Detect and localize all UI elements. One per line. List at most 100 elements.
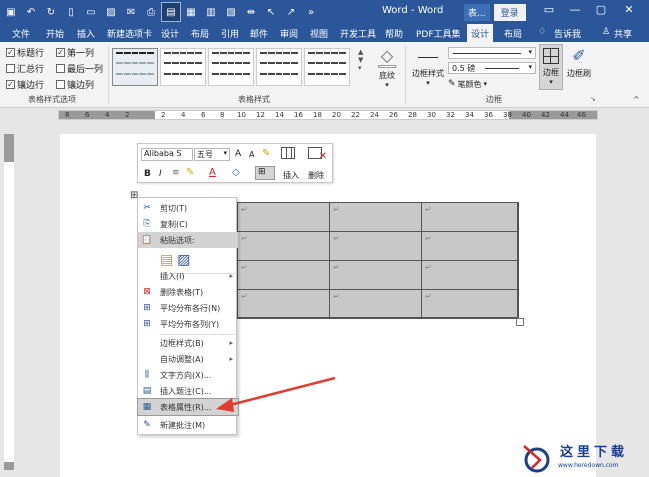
table-cell[interactable]: ↵ [330,261,422,290]
tab-design[interactable]: 设计 [161,27,179,40]
pen-color-dropdown[interactable]: ✎ 笔颜色 ▾ [448,78,487,90]
delete-button[interactable]: 删除 [308,170,324,181]
table-cell[interactable]: ↵ [422,261,518,290]
tab-new[interactable]: 新建选项卡 [107,27,152,40]
spacing-icon[interactable]: ⇹ [242,3,260,21]
format-painter-icon[interactable]: ✎ [262,148,270,159]
paste-picture-icon[interactable]: ▨ [177,252,190,268]
menu-item-cut[interactable]: ✂ 剪切(T) [138,200,238,216]
email-icon[interactable]: ✉ [122,3,140,21]
paste-keep-icon[interactable]: ▤ [160,252,173,268]
more-icon[interactable]: » [302,3,320,21]
table-style-3[interactable] [208,48,254,86]
border-styles-button[interactable]: 边框样式 ▾ [410,46,446,87]
read-mode-icon[interactable]: ▤ [161,2,181,22]
pointer-icon[interactable]: ↖ [262,3,280,21]
table-delete-icon[interactable]: ✕ [308,147,330,163]
tab-pdf[interactable]: PDF工具集 [416,27,461,40]
table-cell[interactable]: ↵ [422,203,518,232]
new-doc-icon[interactable]: ▯ [62,3,80,21]
tell-me-box[interactable]: 告诉我 [554,27,581,40]
collapse-ribbon-icon[interactable]: ^ [633,95,640,104]
borders-mini-button[interactable]: ⊞ [255,166,275,180]
table-cell[interactable]: ↵ [238,232,330,261]
total-row-checkbox[interactable]: 汇总行 [6,62,56,75]
table-cell[interactable]: ↵ [330,232,422,261]
tab-developer[interactable]: 开发工具 [340,27,376,40]
table-style-2[interactable] [160,48,206,86]
shading-button[interactable]: ◇ 底纹 ▾ [372,46,402,89]
grow-font-button[interactable]: A [235,149,241,159]
align-icon[interactable]: ▧ [222,3,240,21]
line-weight-dropdown[interactable]: 0.5 磅 ▾ [448,62,536,74]
tab-file[interactable]: 文件 [12,27,30,40]
gallery-scroll-icon[interactable]: ▲ ▼ ▾ [358,48,363,72]
bold-button[interactable]: B [144,169,151,179]
menu-item-insert[interactable]: 插入(I) ▸ [138,268,238,284]
tab-home[interactable]: 开始 [46,27,64,40]
menu-item-distribute-rows[interactable]: ⊞ 平均分布各行(N) [138,300,238,316]
tab-help[interactable]: 帮助 [385,27,403,40]
table-cell[interactable]: ↵ [330,203,422,232]
restore-button[interactable]: ▢ [592,3,610,16]
line-style-dropdown[interactable]: ▾ [448,47,536,59]
table-cell[interactable]: ↵ [238,203,330,232]
highlight-icon[interactable]: ✎ [186,167,194,178]
tab-mailings[interactable]: 邮件 [250,27,268,40]
ribbon-display-icon[interactable]: ▭ [540,3,558,16]
minimize-button[interactable]: — [566,3,584,16]
table-cell[interactable]: ↵ [238,261,330,290]
menu-item-border-styles[interactable]: 边框样式(B) ▸ [138,335,238,351]
insert-button[interactable]: 插入 [283,170,299,181]
undo-icon[interactable]: ↶ [22,3,40,21]
login-button[interactable]: 登录 [493,4,526,21]
split-icon[interactable]: ▥ [202,3,220,21]
font-color-icon[interactable]: A [209,167,216,178]
close-button[interactable]: ✕ [620,3,638,16]
banded-columns-checkbox[interactable]: 镶边列 [56,78,106,91]
table-cell[interactable]: ↵ [330,290,422,318]
document-table[interactable]: ↵ ↵ ↵ ↵ ↵ ↵ ↵ ↵ ↵ ↵ ↵ ↵ [237,202,519,319]
center-align-icon[interactable]: ≡ [172,168,180,178]
table-style-1[interactable] [112,48,158,86]
header-row-checkbox[interactable]: ✓ 标题行 [6,46,56,59]
last-column-checkbox[interactable]: 最后一列 [56,62,106,75]
menu-item-distribute-columns[interactable]: ⊞ 平均分布各列(Y) [138,316,238,332]
tab-insert[interactable]: 插入 [77,27,95,40]
print-icon[interactable]: ⎙ [142,3,160,21]
tab-table-design[interactable]: 设计 [467,24,494,42]
tab-review[interactable]: 审阅 [280,27,298,40]
tab-layout[interactable]: 布局 [191,27,209,40]
table-cell[interactable]: ↵ [238,290,330,318]
font-size-box[interactable]: 五号 ▾ [194,148,230,161]
save-icon[interactable]: ▣ [2,3,20,21]
table-style-4[interactable] [256,48,302,86]
menu-item-delete-table[interactable]: ⊠ 删除表格(T) [138,284,238,300]
first-column-checkbox[interactable]: ✓ 第一列 [56,46,106,59]
menu-item-autofit[interactable]: 自动调整(A) ▸ [138,351,238,367]
dialog-launcher-icon[interactable]: ↘ [590,95,596,103]
table-cell[interactable]: ↵ [422,232,518,261]
banded-rows-checkbox[interactable]: ✓ 镶边行 [6,78,56,91]
table-insert-icon[interactable] [281,147,303,163]
tab-references[interactable]: 引用 [221,27,239,40]
grid-icon[interactable]: ▦ [182,3,200,21]
share-button[interactable]: 共享 [614,27,632,40]
redo-icon[interactable]: ↻ [42,3,60,21]
shrink-font-button[interactable]: A [249,150,254,159]
cursor-icon[interactable]: ↗ [282,3,300,21]
open-icon[interactable]: ▭ [82,3,100,21]
table-style-5[interactable] [304,48,350,86]
tab-view[interactable]: 视图 [310,27,328,40]
border-painter-button[interactable]: ✐ 边框刷 [566,46,592,79]
tab-table-layout[interactable]: 布局 [504,27,522,40]
menu-item-paste-options[interactable]: 📋 粘贴选项: [138,232,238,248]
font-name-box[interactable]: Alibaba S [141,148,193,161]
italic-button[interactable]: I [159,169,162,179]
borders-button[interactable]: 边框 ▾ [539,44,563,90]
image-icon[interactable]: ▨ [102,3,120,21]
table-resize-handle[interactable] [516,318,524,326]
table-cell[interactable]: ↵ [422,290,518,318]
menu-item-new-comment[interactable]: ✎ 新建批注(M) [138,417,238,433]
shading-icon[interactable]: ◇ [232,167,240,178]
